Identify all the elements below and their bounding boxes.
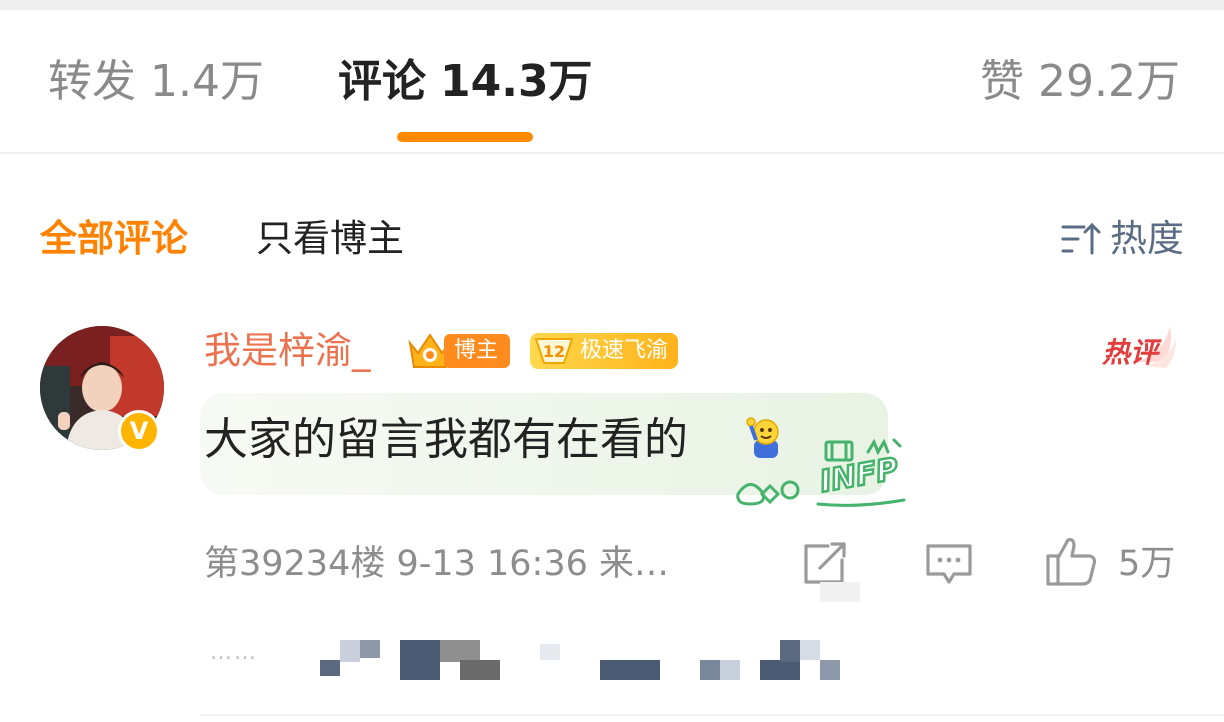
fan-level-badge[interactable]: 12 极速飞渝 bbox=[530, 333, 679, 369]
hot-comment-tag: 热评 bbox=[1101, 326, 1176, 369]
top-strip bbox=[0, 0, 1224, 10]
host-badge: 博主 bbox=[406, 330, 511, 372]
comment-icon[interactable] bbox=[924, 540, 974, 588]
share-icon[interactable] bbox=[800, 540, 850, 588]
tab-comments-label: 评论 bbox=[338, 56, 426, 107]
infp-sticker-icon: INFP bbox=[736, 438, 906, 507]
like-thumb-icon[interactable] bbox=[1044, 534, 1100, 588]
filter-host-only[interactable]: 只看博主 bbox=[256, 212, 404, 266]
verified-badge-icon: V bbox=[118, 410, 160, 452]
tab-comments[interactable]: 评论 14.3万 bbox=[338, 54, 593, 110]
reply-preview-dots: …… bbox=[210, 640, 258, 665]
image-artifact bbox=[820, 582, 860, 602]
comment-text: 大家的留言我都有在看的 bbox=[204, 414, 688, 465]
active-tab-indicator bbox=[397, 132, 533, 142]
tab-repost-count: 1.4万 bbox=[150, 56, 264, 107]
host-badge-label: 博主 bbox=[444, 334, 511, 368]
comment-username[interactable]: 我是梓渝_ bbox=[204, 326, 371, 376]
tab-comments-count: 14.3万 bbox=[440, 56, 593, 107]
tab-repost[interactable]: 转发 1.4万 bbox=[48, 54, 264, 110]
filter-all-comments[interactable]: 全部评论 bbox=[40, 212, 188, 266]
fan-badge-label: 极速飞渝 bbox=[580, 338, 669, 363]
tab-repost-label: 转发 bbox=[48, 56, 136, 107]
comment-meta: 第39234楼 9-13 16:36 来… bbox=[204, 544, 670, 584]
tab-bar: 转发 1.4万 评论 14.3万 赞 29.2万 bbox=[0, 10, 1224, 152]
tab-likes-count: 29.2万 bbox=[1038, 56, 1180, 107]
fan-level-icon: 12 bbox=[534, 338, 574, 364]
tab-likes[interactable]: 赞 29.2万 bbox=[980, 54, 1180, 110]
sort-icon bbox=[1061, 222, 1101, 255]
sort-label: 热度 bbox=[1110, 217, 1184, 260]
sort-by-heat-button[interactable]: 热度 bbox=[1060, 212, 1184, 266]
hot-comment-label: 热评 bbox=[1101, 336, 1162, 369]
comment-divider bbox=[200, 714, 1224, 716]
comment-filter-row: 全部评论 只看博主 热度 bbox=[0, 212, 1224, 266]
like-count: 5万 bbox=[1118, 544, 1176, 584]
tab-likes-label: 赞 bbox=[980, 56, 1025, 107]
fan-level-number: 12 bbox=[543, 342, 565, 361]
tabs-divider bbox=[0, 152, 1224, 154]
